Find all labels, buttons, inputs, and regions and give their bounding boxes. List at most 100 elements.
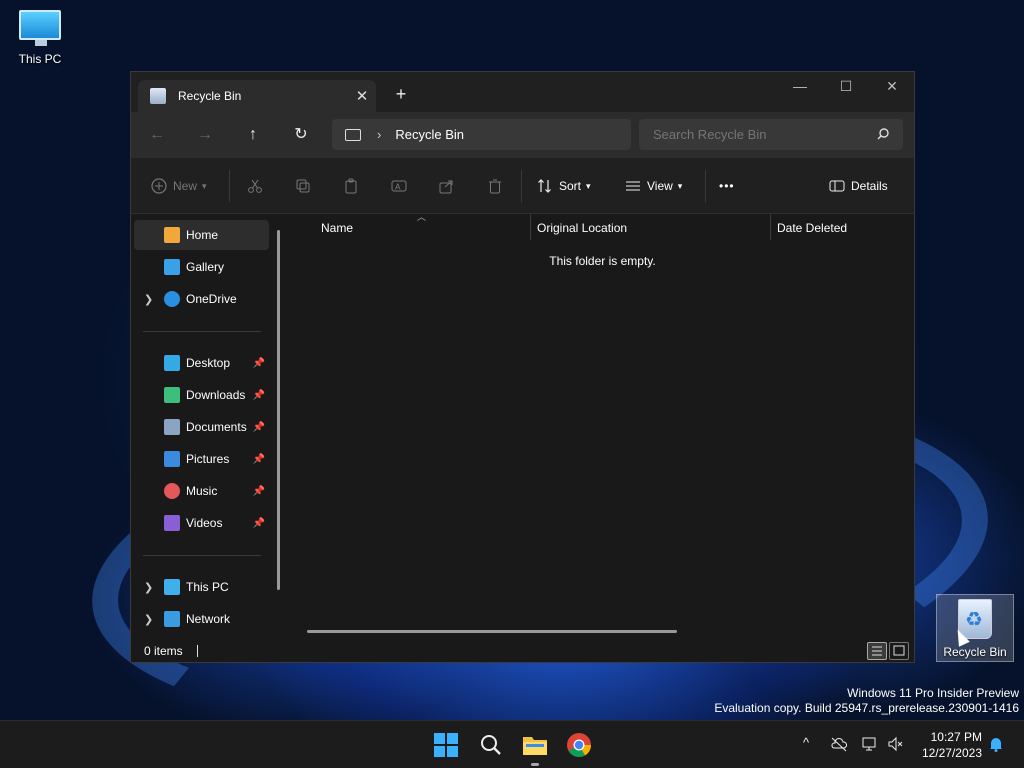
- horizontal-scrollbar[interactable]: [307, 630, 677, 633]
- expand-chevron-icon[interactable]: ❯: [144, 293, 153, 306]
- share-button[interactable]: [439, 174, 455, 198]
- expand-chevron-icon[interactable]: ❯: [144, 581, 153, 594]
- folder-icon: [523, 737, 547, 755]
- bell-icon: [990, 738, 1002, 752]
- file-explorer-taskbar-button[interactable]: [519, 729, 551, 761]
- minimize-button[interactable]: —: [777, 72, 823, 102]
- divider: [143, 555, 261, 556]
- chrome-taskbar-button[interactable]: [563, 729, 595, 761]
- search-icon: [481, 735, 501, 755]
- network-status-icon[interactable]: [860, 735, 880, 755]
- rename-icon: A: [391, 180, 407, 192]
- sort-ascending-icon: ︿: [417, 212, 427, 222]
- column-divider[interactable]: [530, 214, 531, 240]
- status-bar: 0 items: [131, 638, 914, 662]
- sidebar-scrollbar[interactable]: [277, 230, 280, 590]
- sidebar-item-label: Desktop: [186, 356, 231, 370]
- tab-close-button[interactable]: ✕: [348, 87, 376, 105]
- delete-button[interactable]: [487, 174, 503, 198]
- details-view-button[interactable]: [867, 642, 887, 660]
- cut-button[interactable]: [247, 174, 263, 198]
- search-taskbar-button[interactable]: [475, 729, 507, 761]
- column-header-name[interactable]: Name: [321, 214, 353, 242]
- sidebar-item-pictures[interactable]: Pictures 📌: [134, 444, 269, 474]
- recycle-bin-icon: [150, 88, 166, 104]
- sidebar-item-downloads[interactable]: Downloads 📌: [134, 380, 269, 410]
- sort-button[interactable]: Sort ▾: [537, 174, 591, 198]
- start-button[interactable]: [430, 729, 462, 761]
- sidebar-item-onedrive[interactable]: ❯ OneDrive: [134, 284, 269, 314]
- pin-icon[interactable]: 📌: [253, 358, 265, 369]
- sidebar-item-gallery[interactable]: Gallery: [134, 252, 269, 282]
- back-button[interactable]: ←: [141, 122, 173, 148]
- show-hidden-icons-button[interactable]: ^: [796, 735, 816, 755]
- pictures-icon: [164, 451, 180, 467]
- paste-button[interactable]: [343, 174, 359, 198]
- more-options-button[interactable]: •••: [719, 174, 735, 198]
- column-header-original-location[interactable]: Original Location: [537, 214, 627, 242]
- breadcrumb-location[interactable]: Recycle Bin: [395, 127, 464, 142]
- sidebar-item-desktop[interactable]: Desktop 📌: [134, 348, 269, 378]
- clock-date: 12/27/2023: [921, 746, 982, 760]
- pin-icon[interactable]: 📌: [253, 486, 265, 497]
- up-button[interactable]: ↑: [237, 122, 269, 148]
- pin-icon[interactable]: 📌: [253, 422, 265, 433]
- column-header-date-deleted[interactable]: Date Deleted: [777, 214, 847, 242]
- rename-button[interactable]: A: [391, 174, 407, 198]
- desktop-icon-this-pc[interactable]: This PC: [0, 10, 80, 66]
- expand-chevron-icon[interactable]: ❯: [144, 613, 153, 626]
- large-icons-view-icon: [893, 645, 905, 656]
- copy-button[interactable]: [295, 174, 311, 198]
- view-button-label: View: [647, 179, 673, 193]
- notifications-button[interactable]: [986, 735, 1006, 755]
- sort-icon: [538, 179, 551, 193]
- sidebar-item-network[interactable]: ❯ Network: [134, 604, 269, 634]
- watermark-line-2: Evaluation copy. Build 25947.rs_prerelea…: [714, 701, 1019, 715]
- new-button[interactable]: New ▾: [151, 174, 207, 198]
- sidebar-item-this-pc[interactable]: ❯ This PC: [134, 572, 269, 602]
- clock[interactable]: 10:27 PM 12/27/2023: [922, 729, 982, 761]
- pin-icon[interactable]: 📌: [253, 454, 265, 465]
- title-bar[interactable]: Recycle Bin ✕ + — ☐ ✕: [131, 72, 914, 112]
- plus-circle-icon: [151, 178, 167, 194]
- evaluation-watermark: Windows 11 Pro Insider Preview Evaluatio…: [714, 686, 1019, 716]
- maximize-button[interactable]: ☐: [823, 72, 869, 102]
- sidebar-item-label: Downloads: [186, 388, 246, 402]
- sidebar-item-music[interactable]: Music 📌: [134, 476, 269, 506]
- address-bar[interactable]: › Recycle Bin: [332, 119, 631, 150]
- desktop-icon-label: This PC: [18, 52, 62, 66]
- divider: [143, 331, 261, 332]
- sidebar-item-label: Music: [186, 484, 218, 498]
- scissors-icon: [248, 179, 262, 193]
- volume-muted-icon[interactable]: [886, 735, 906, 755]
- new-tab-button[interactable]: +: [389, 83, 413, 107]
- search-icon[interactable]: [876, 126, 894, 144]
- music-icon: [164, 483, 180, 499]
- divider: [229, 170, 230, 202]
- search-input[interactable]: [639, 119, 903, 150]
- close-button[interactable]: ✕: [869, 72, 914, 102]
- refresh-button[interactable]: ↻: [285, 122, 317, 148]
- forward-button[interactable]: →: [189, 122, 221, 148]
- column-divider[interactable]: [770, 214, 771, 240]
- sidebar-item-label: This PC: [186, 580, 229, 594]
- pin-icon[interactable]: 📌: [253, 518, 265, 529]
- divider: [521, 170, 522, 202]
- svg-text:A: A: [395, 183, 401, 192]
- desktop-icon-recycle-bin[interactable]: ♻ Recycle Bin: [936, 594, 1014, 662]
- view-button[interactable]: View ▾: [625, 174, 682, 198]
- sidebar-item-documents[interactable]: Documents 📌: [134, 412, 269, 442]
- onedrive-offline-icon[interactable]: [829, 735, 849, 755]
- sidebar-item-label: Network: [186, 612, 231, 626]
- sidebar-item-videos[interactable]: Videos 📌: [134, 508, 269, 538]
- sidebar-item-home[interactable]: Home: [134, 220, 269, 250]
- large-icons-view-button[interactable]: [889, 642, 909, 660]
- details-pane-button[interactable]: Details: [829, 174, 888, 198]
- taskbar: ^ 10:27 PM 12/27/2023: [0, 720, 1024, 768]
- view-list-icon: [626, 181, 640, 191]
- network-icon: [164, 611, 180, 627]
- tab-recycle-bin[interactable]: Recycle Bin ✕: [138, 80, 376, 112]
- pin-icon[interactable]: 📌: [253, 390, 265, 401]
- breadcrumb-chevron-icon[interactable]: ›: [377, 127, 381, 142]
- new-button-label: New: [173, 179, 198, 193]
